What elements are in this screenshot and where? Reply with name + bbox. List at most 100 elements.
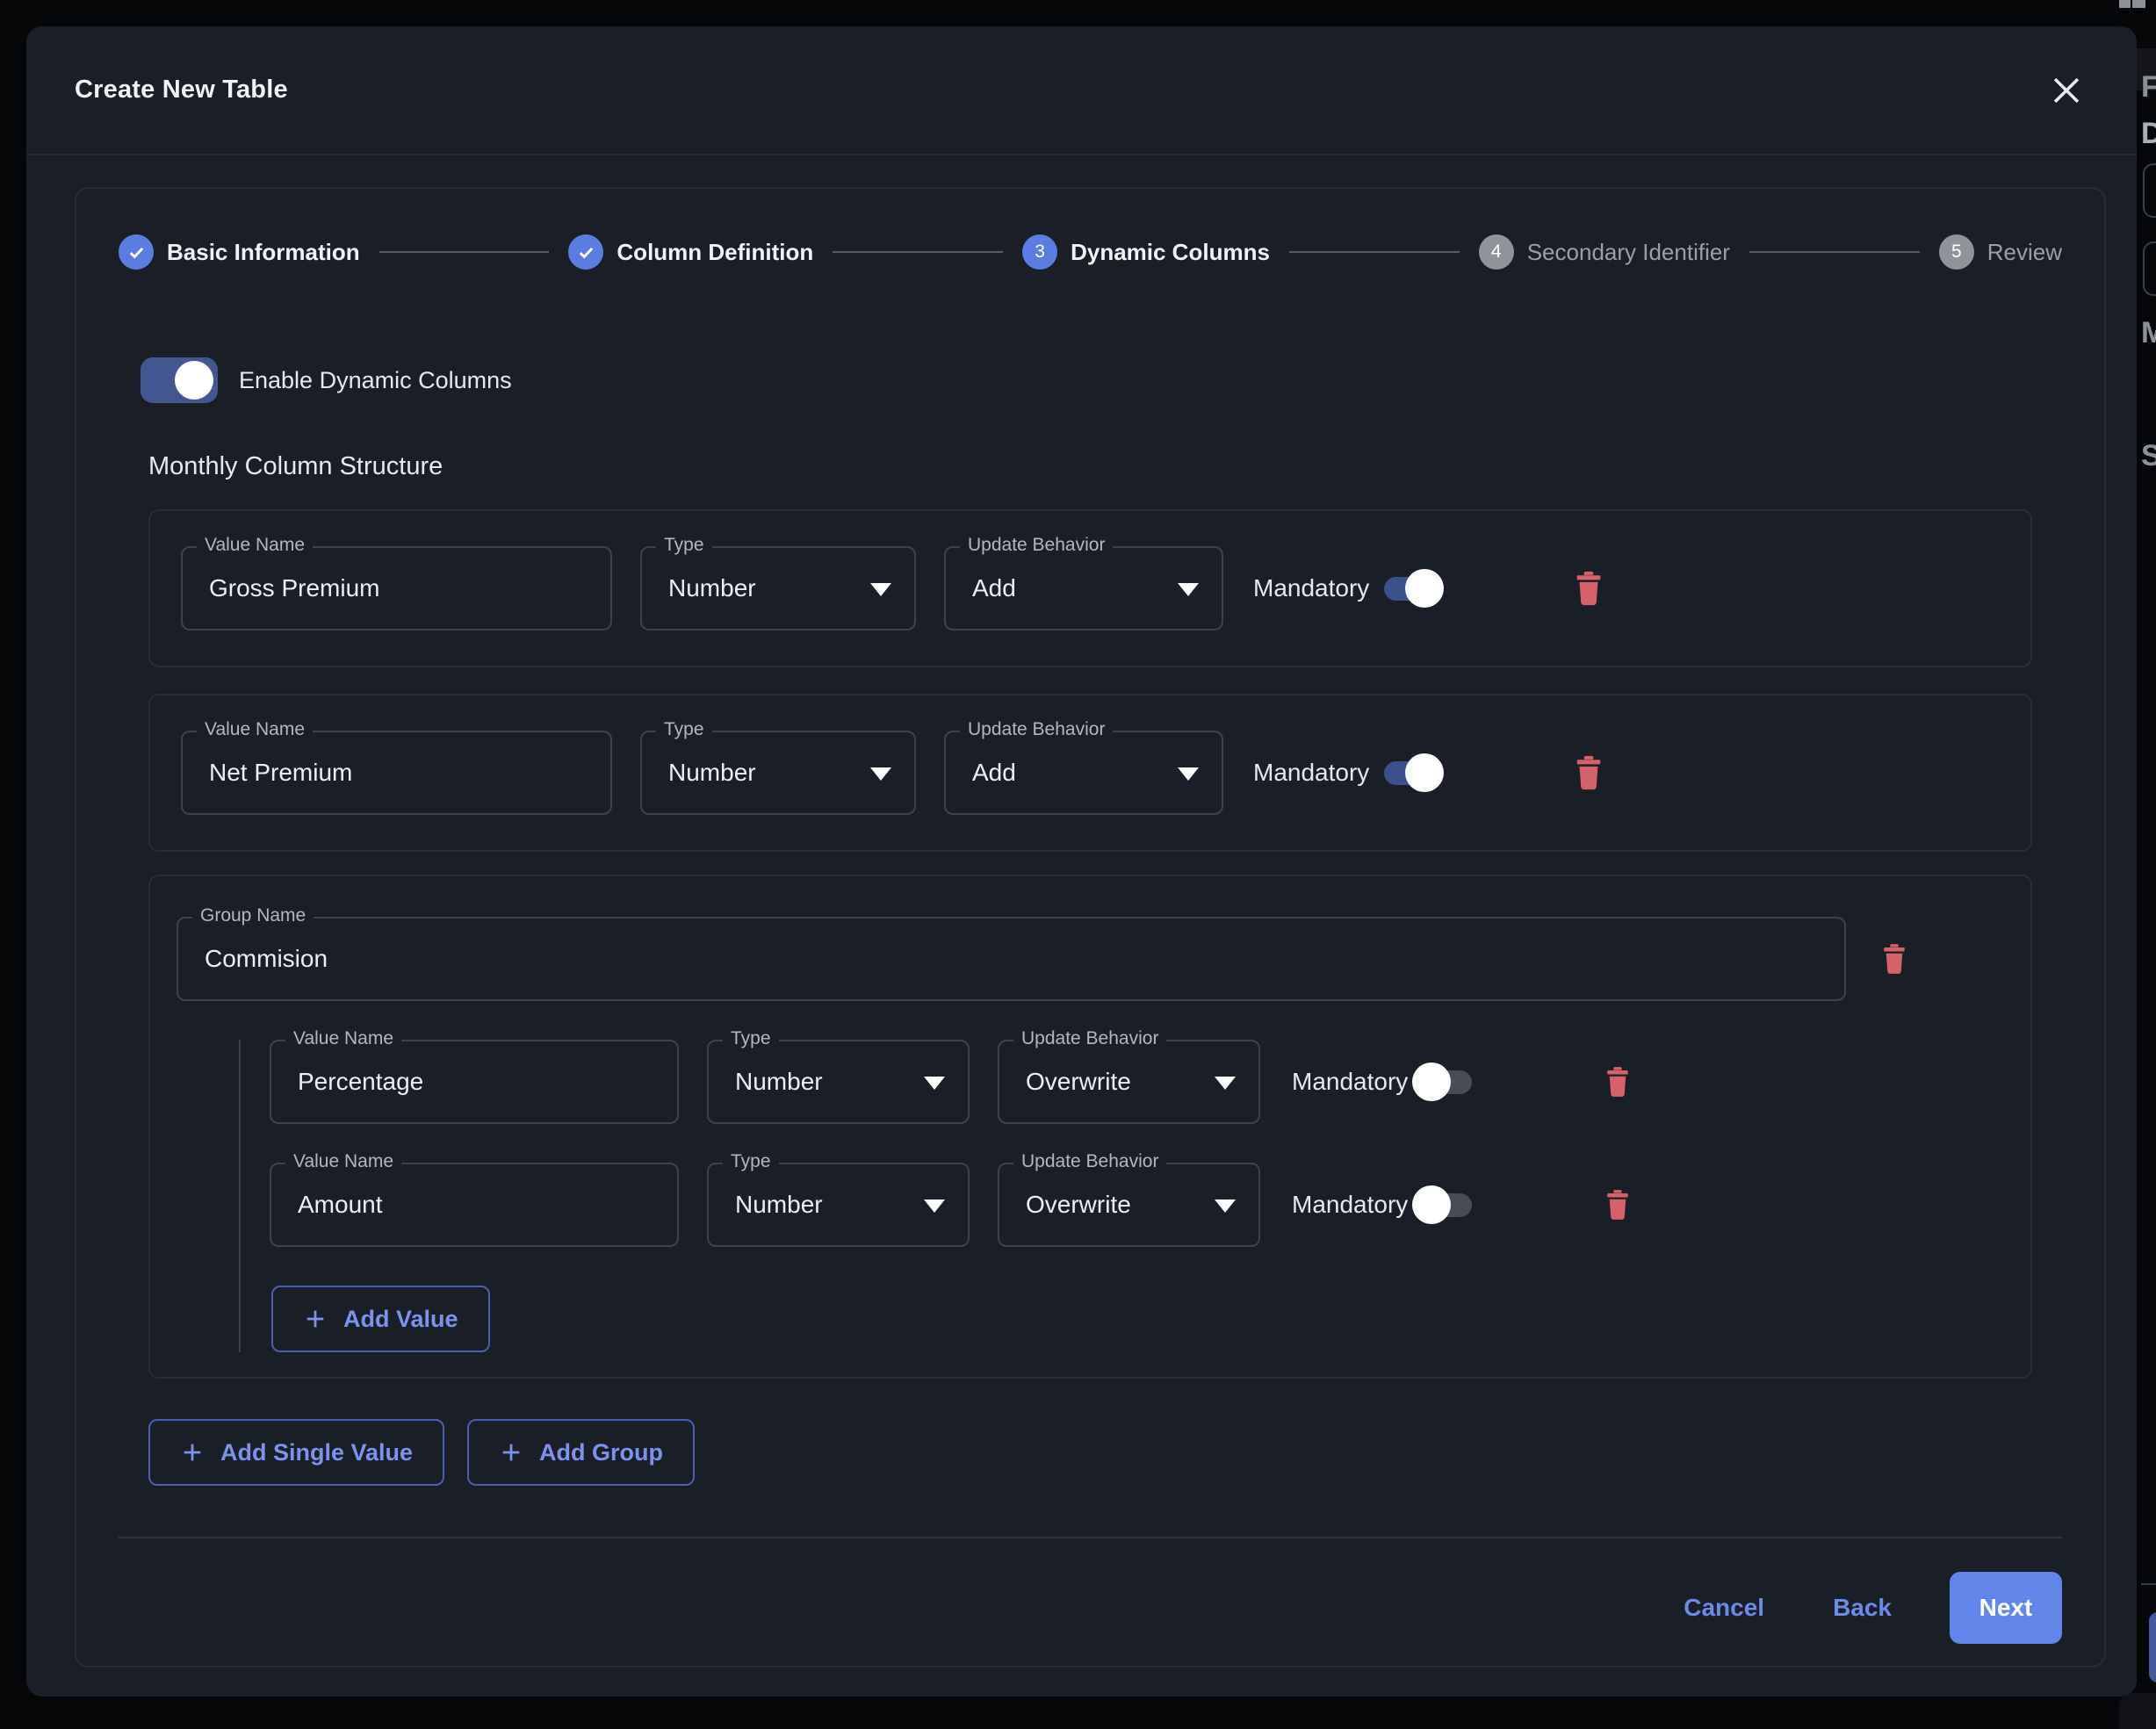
field-value: Commision: [205, 945, 328, 973]
background-button-fragment: [2149, 1612, 2156, 1682]
step-number: 3: [1022, 234, 1057, 270]
field-value: Number: [735, 1068, 823, 1096]
update-behavior-select[interactable]: Update Behavior Overwrite: [998, 1163, 1260, 1247]
field-label: Update Behavior: [960, 535, 1113, 556]
cancel-button[interactable]: Cancel: [1673, 1587, 1775, 1629]
step-label: Basic Information: [167, 239, 360, 266]
stepper-connector: [1749, 251, 1920, 253]
group-name-field[interactable]: Group Name Commision: [177, 917, 1846, 1001]
group-value-row: Value Name Percentage Type Number Update…: [270, 1040, 2030, 1124]
close-icon[interactable]: [2047, 71, 2086, 110]
group-row: Group Name Commision Value Name Percenta…: [148, 875, 2032, 1379]
field-label: Update Behavior: [1013, 1151, 1166, 1172]
step-review[interactable]: 5 Review: [1939, 234, 2062, 270]
field-label: Type: [723, 1151, 779, 1172]
mandatory-toggle[interactable]: [1383, 753, 1438, 793]
dialog-footer: Cancel Back Next: [119, 1572, 2062, 1644]
mandatory-toggle[interactable]: [1418, 1185, 1473, 1225]
enable-dynamic-columns-toggle[interactable]: [141, 357, 218, 403]
step-secondary-identifier[interactable]: 4 Secondary Identifier: [1479, 234, 1730, 270]
field-label: Type: [656, 719, 712, 740]
field-label: Update Behavior: [1013, 1028, 1166, 1049]
group-value-row: Value Name Amount Type Number Update Beh…: [270, 1163, 2030, 1247]
chevron-down-icon: [1178, 583, 1199, 596]
chevron-down-icon: [870, 583, 891, 596]
delete-icon[interactable]: [1574, 755, 1604, 790]
plus-icon: [499, 1440, 523, 1465]
field-value: Number: [668, 759, 756, 787]
mandatory-label: Mandatory: [1253, 574, 1369, 602]
background-clipped-text: D: [2141, 117, 2156, 151]
group-name-row: Group Name Commision: [177, 917, 2004, 1001]
chevron-down-icon: [1215, 1077, 1236, 1090]
step-number: 4: [1479, 234, 1514, 270]
toggle-knob: [1412, 1185, 1451, 1224]
value-name-field[interactable]: Value Name Net Premium: [181, 731, 612, 815]
stepper-connector: [379, 251, 550, 253]
step-number: 5: [1939, 234, 1974, 270]
dialog-title: Create New Table: [75, 76, 288, 104]
field-label: Group Name: [192, 905, 314, 926]
chevron-down-icon: [924, 1077, 945, 1090]
field-value: Net Premium: [209, 759, 352, 787]
update-behavior-select[interactable]: Update Behavior Add: [944, 546, 1223, 630]
value-name-field[interactable]: Value Name Gross Premium: [181, 546, 612, 630]
field-value: Percentage: [298, 1068, 423, 1096]
mandatory-label: Mandatory: [1292, 1191, 1408, 1219]
mandatory-toggle[interactable]: [1383, 568, 1438, 609]
update-behavior-select[interactable]: Update Behavior Overwrite: [998, 1040, 1260, 1124]
mandatory-label: Mandatory: [1292, 1068, 1408, 1096]
field-label: Value Name: [197, 535, 313, 556]
group-values: Value Name Percentage Type Number Update…: [239, 1040, 2030, 1352]
delete-icon[interactable]: [1574, 571, 1604, 606]
dialog-body: Basic Information Column Definition 3 Dy…: [75, 187, 2106, 1668]
field-label: Type: [656, 535, 712, 556]
section-heading: Monthly Column Structure: [148, 452, 2032, 481]
field-label: Update Behavior: [960, 719, 1113, 740]
add-single-value-button[interactable]: Add Single Value: [148, 1419, 444, 1486]
plus-icon: [180, 1440, 205, 1465]
next-button[interactable]: Next: [1950, 1572, 2062, 1644]
field-value: Add: [972, 574, 1016, 602]
toggle-knob: [1405, 569, 1444, 608]
chevron-down-icon: [1215, 1199, 1236, 1213]
background-clipped-text: M: [2141, 316, 2156, 350]
type-select[interactable]: Type Number: [707, 1040, 970, 1124]
stepper-connector: [1289, 251, 1460, 253]
delete-icon[interactable]: [1604, 1188, 1631, 1221]
toggle-knob: [175, 361, 213, 400]
step-label: Review: [1987, 239, 2062, 266]
button-label: Add Value: [343, 1306, 458, 1333]
step-basic-information[interactable]: Basic Information: [119, 234, 360, 270]
type-select[interactable]: Type Number: [640, 546, 916, 630]
add-buttons-row: Add Single Value Add Group: [148, 1419, 2032, 1486]
add-group-button[interactable]: Add Group: [467, 1419, 695, 1486]
field-value: Amount: [298, 1191, 383, 1219]
single-value-row: Value Name Gross Premium Type Number Upd…: [148, 509, 2032, 667]
step-label: Column Definition: [617, 239, 813, 266]
delete-icon[interactable]: [1881, 942, 1907, 976]
type-select[interactable]: Type Number: [640, 731, 916, 815]
stepper: Basic Information Column Definition 3 Dy…: [119, 234, 2062, 270]
field-value: Overwrite: [1026, 1191, 1131, 1219]
value-name-field[interactable]: Value Name Percentage: [270, 1040, 679, 1124]
value-name-field[interactable]: Value Name Amount: [270, 1163, 679, 1247]
field-label: Value Name: [197, 719, 313, 740]
background-clipped-text: S: [2141, 439, 2156, 473]
chevron-down-icon: [870, 767, 891, 781]
background-fragment: [2119, 0, 2131, 8]
back-button[interactable]: Back: [1822, 1587, 1902, 1629]
delete-icon[interactable]: [1604, 1065, 1631, 1099]
background-field-fragment: [2143, 163, 2156, 218]
add-value-button[interactable]: Add Value: [271, 1286, 490, 1352]
type-select[interactable]: Type Number: [707, 1163, 970, 1247]
dynamic-columns-content: Enable Dynamic Columns Monthly Column St…: [148, 357, 2032, 1486]
step-dynamic-columns[interactable]: 3 Dynamic Columns: [1022, 234, 1270, 270]
step-column-definition[interactable]: Column Definition: [568, 234, 813, 270]
background-field-fragment: [2143, 241, 2156, 296]
step-label: Dynamic Columns: [1071, 239, 1270, 266]
field-value: Number: [735, 1191, 823, 1219]
mandatory-toggle[interactable]: [1418, 1062, 1473, 1102]
check-icon: [119, 234, 154, 270]
update-behavior-select[interactable]: Update Behavior Add: [944, 731, 1223, 815]
